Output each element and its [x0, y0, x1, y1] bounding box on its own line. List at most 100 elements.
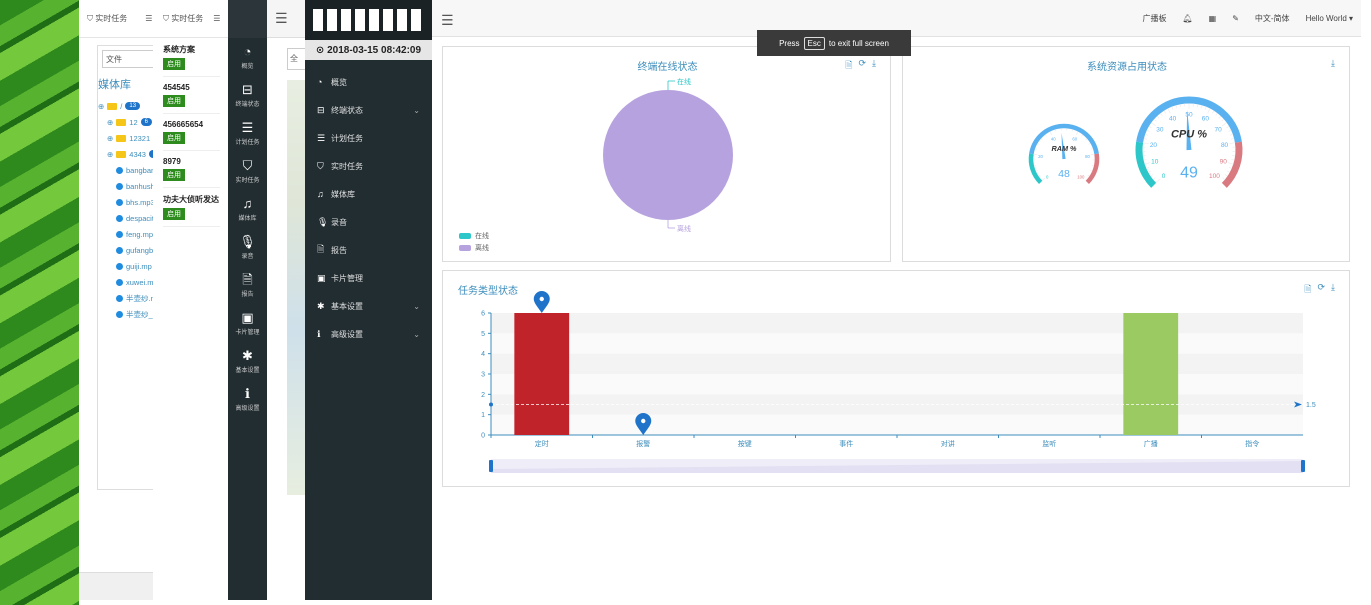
collapsed-item-card[interactable]: ▣ 卡片管理: [228, 304, 267, 342]
task-name: 454545: [163, 83, 190, 92]
collapsed-item-dashboard[interactable]: ◔ 概览: [228, 38, 267, 76]
cpu-gauge-tick-mark: [1227, 162, 1234, 165]
sidebar-item-music[interactable]: ♫ 媒体库: [305, 180, 432, 208]
sidebar-item-card[interactable]: ▣ 卡片管理: [305, 264, 432, 292]
ram-gauge-tick-mark: [1081, 134, 1084, 137]
collapsed-item-label: 基本设置: [235, 367, 260, 374]
gear-icon: ✱: [317, 300, 325, 311]
drive-icon: ⊟: [242, 81, 253, 97]
sidebar-item-list[interactable]: ☰ 计划任务: [305, 124, 432, 152]
expand-toggle-icon[interactable]: ⊕: [107, 150, 113, 159]
tree-node-label: 4343: [129, 149, 146, 159]
tree-node-label: 12321: [129, 133, 151, 143]
collapsed-item-list[interactable]: ☰ 计划任务: [228, 114, 267, 152]
sidebar-item-info[interactable]: ℹ 高级设置 ⌄: [305, 320, 432, 348]
esc-key-hint: Esc: [803, 36, 825, 50]
tab-plan-task[interactable]: ☰: [145, 14, 152, 23]
broadcast-board-link[interactable]: 广播板: [1142, 13, 1166, 24]
ram-gauge-tick-mark: [1037, 143, 1040, 145]
task-type-bar-chart: 0 1 2 3 4 5 6 定时 报警 按键 事件 对讲 监听 广播 指令 1.5: [481, 291, 1316, 473]
zoom-handle-left: [489, 460, 493, 472]
y-tick-label: 6: [481, 311, 485, 318]
pin-icon[interactable]: ✎: [1232, 14, 1239, 23]
cpu-gauge-tick-mark: [1156, 115, 1160, 119]
user-menu[interactable]: Hello World ▾: [1306, 14, 1353, 23]
task-card[interactable]: 功夫大侦听发达 启用: [163, 194, 220, 227]
sidebar-item-label: 概览: [331, 77, 347, 87]
cpu-gauge-tick-mark: [1200, 105, 1203, 109]
task-window-tabs: ⛉ 实时任务 ☰: [153, 0, 230, 38]
cpu-gauge-tick-mark: [1207, 108, 1211, 114]
grid-icon[interactable]: ▦: [1209, 14, 1217, 23]
dashboard-icon: ◔: [317, 77, 323, 87]
terminal-status-panel: 终端在线状态 🗎 ⟳ ⤓ 在线 离线 在线 离线: [442, 46, 891, 262]
bell-icon[interactable]: 🔔︎: [1182, 14, 1192, 23]
sidebar-item-file[interactable]: 🗎 报告: [305, 236, 432, 264]
expand-toggle-icon[interactable]: ⊕: [107, 134, 113, 143]
sidebar-item-drive[interactable]: ⊟ 终端状态 ⌄: [305, 96, 432, 124]
map-view[interactable]: [287, 80, 307, 495]
task-name: 功夫大侦听发达: [163, 195, 219, 204]
x-tick-label: 对讲: [941, 439, 955, 448]
language-selector[interactable]: 中文-简体: [1255, 13, 1290, 24]
cpu-gauge-tick-label: 0: [1162, 173, 1166, 180]
tab-plan-task[interactable]: ☰: [213, 14, 220, 23]
task-card[interactable]: 454545 启用: [163, 83, 220, 114]
list-icon: ☰: [241, 119, 254, 135]
task-card[interactable]: 8979 启用: [163, 157, 220, 188]
task-card[interactable]: 456665654 启用: [163, 120, 220, 151]
collapsed-item-mic[interactable]: 🎙 录音: [228, 228, 267, 266]
legend-item-online[interactable]: 在线: [459, 230, 489, 242]
cpu-gauge-value: 49: [1180, 165, 1198, 182]
drive-icon: ⊟: [317, 104, 325, 115]
datetime-display: ⊙ 2018-03-15 08:42:09: [305, 40, 432, 60]
cpu-gauge-tick-mark: [1146, 129, 1150, 132]
folder-icon: [107, 102, 118, 110]
legend-item-offline[interactable]: 离线: [459, 242, 489, 254]
cpu-gauge-tick-mark: [1228, 129, 1232, 132]
shield-icon: ⛉: [317, 160, 324, 171]
collapsed-item-file[interactable]: 🗎 报告: [228, 266, 267, 304]
ram-gauge-tick-mark: [1044, 134, 1047, 137]
sidebar-item-label: 终端状态: [331, 105, 363, 115]
ram-gauge-tick-mark: [1071, 129, 1073, 132]
cpu-gauge-tick-label: 60: [1202, 115, 1210, 122]
sidebar-item-dashboard[interactable]: ◔ 概览: [305, 68, 432, 96]
logo-image: [313, 9, 423, 31]
tree-node-label: despacit: [126, 213, 154, 223]
sidebar-item-gear[interactable]: ✱ 基本设置 ⌄: [305, 292, 432, 320]
collapsed-item-music[interactable]: ♫ 媒体库: [228, 190, 267, 228]
sidebar-item-mic[interactable]: 🎙 录音: [305, 208, 432, 236]
expand-toggle-icon[interactable]: ⊕: [107, 118, 113, 127]
cpu-gauge-tick-mark: [1226, 125, 1230, 129]
x-tick-label: 指令: [1245, 439, 1259, 448]
shield-icon: ⛉: [242, 157, 253, 173]
cpu-gauge-tick-label: 30: [1156, 126, 1164, 133]
collapsed-item-info[interactable]: ℹ 高级设置: [228, 380, 267, 418]
cpu-gauge-tick-label: 80: [1221, 142, 1229, 149]
music-file-icon: [116, 198, 123, 206]
tab-realtime-task[interactable]: ⛉ 实时任务: [163, 13, 203, 24]
hamburger-icon[interactable]: ☰: [441, 12, 454, 29]
ram-gauge-tick-label: 20: [1038, 154, 1043, 159]
y-tick-label: 3: [481, 372, 485, 379]
expand-toggle-icon[interactable]: ⊕: [98, 102, 104, 111]
cpu-gauge-tick-label: 90: [1220, 159, 1228, 166]
sidebar-item-shield[interactable]: ⛉ 实时任务: [305, 152, 432, 180]
sidebar-item-label: 实时任务: [331, 161, 363, 171]
collapsed-item-gear[interactable]: ✱ 基本设置: [228, 342, 267, 380]
card-icon: ▣: [241, 309, 254, 325]
hamburger-icon[interactable]: ☰: [267, 0, 307, 38]
task-name: 系统方案: [163, 45, 195, 54]
collapsed-item-shield[interactable]: ⛉ 实时任务: [228, 152, 267, 190]
x-tick-label: 定时: [535, 439, 549, 448]
y-tick-label: 1: [481, 412, 485, 419]
collapsed-item-label: 报告: [241, 291, 254, 298]
collapsed-item-drive[interactable]: ⊟ 终端状态: [228, 76, 267, 114]
task-card[interactable]: 系统方案 启用: [163, 44, 220, 77]
grid-band: [491, 414, 1303, 435]
collapsed-item-label: 计划任务: [235, 139, 260, 146]
list-icon: ☰: [317, 132, 326, 143]
map-search-input[interactable]: 全: [287, 48, 307, 70]
tab-realtime-task[interactable]: ⛉ 实时任务: [87, 13, 127, 24]
